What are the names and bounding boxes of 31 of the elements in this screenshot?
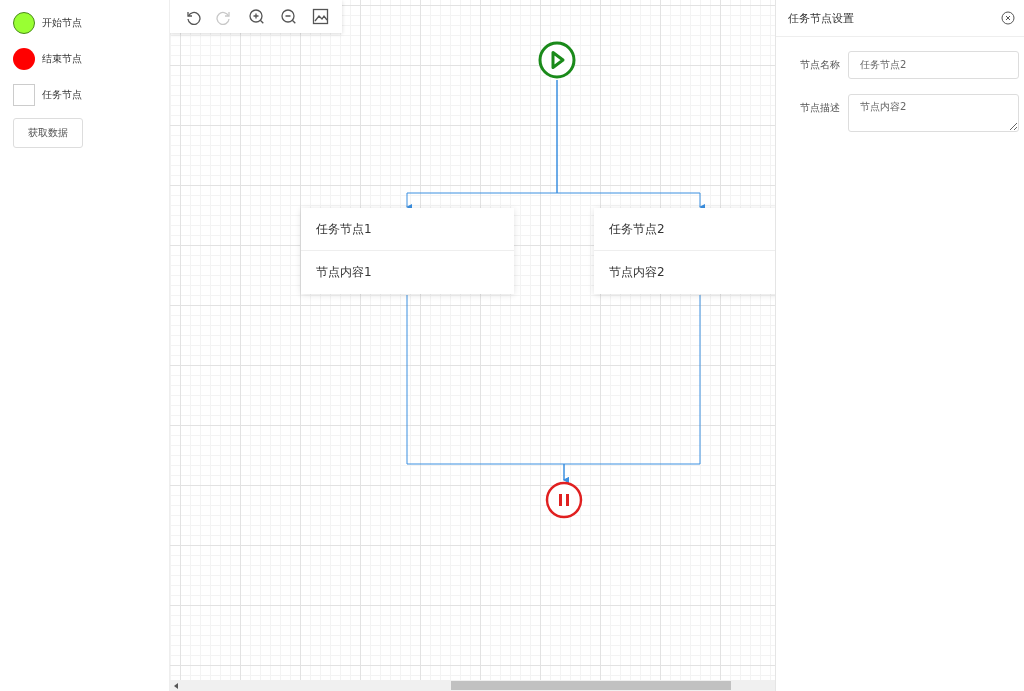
play-circle-icon[interactable] [538, 41, 576, 79]
scrollbar-thumb[interactable] [451, 681, 731, 690]
get-data-button[interactable]: 获取数据 [13, 118, 83, 148]
horizontal-scrollbar[interactable] [170, 680, 775, 691]
close-button[interactable] [1001, 11, 1015, 25]
task-node-square[interactable] [13, 84, 35, 106]
task-node-title: 任务节点1 [301, 208, 514, 251]
field-label: 节点描述 [799, 101, 840, 115]
field-label: 节点名称 [799, 58, 840, 72]
palette-label: 结束节点 [42, 52, 82, 66]
name-field[interactable]: 任务节点2 [848, 51, 1019, 79]
panel-title: 任务节点设置 [788, 10, 854, 26]
zoom-out-icon [280, 8, 297, 25]
scroll-left-arrow-icon[interactable] [174, 683, 178, 689]
start-node-circle[interactable] [13, 12, 35, 34]
close-icon [1001, 11, 1015, 25]
task-node-content: 节点内容1 [315, 264, 373, 281]
task-node-content: 节点内容2 [608, 264, 666, 281]
task-node-card[interactable]: 任务节点2 节点内容2 [594, 208, 775, 294]
task-node-title: 任务节点2 [594, 208, 775, 251]
image-icon [312, 8, 329, 25]
zoom-out-button[interactable] [280, 8, 297, 25]
zoom-in-icon [248, 8, 265, 25]
pause-circle-icon[interactable] [545, 481, 583, 519]
palette-label: 任务节点 [42, 88, 82, 102]
palette-label: 开始节点 [42, 16, 82, 30]
image-button[interactable] [312, 8, 329, 25]
end-node-circle[interactable] [13, 48, 35, 70]
task-node-card[interactable]: 任务节点1 节点内容1 [301, 208, 514, 294]
description-field[interactable]: 节点内容2 [848, 94, 1019, 132]
zoom-in-button[interactable] [248, 8, 265, 25]
